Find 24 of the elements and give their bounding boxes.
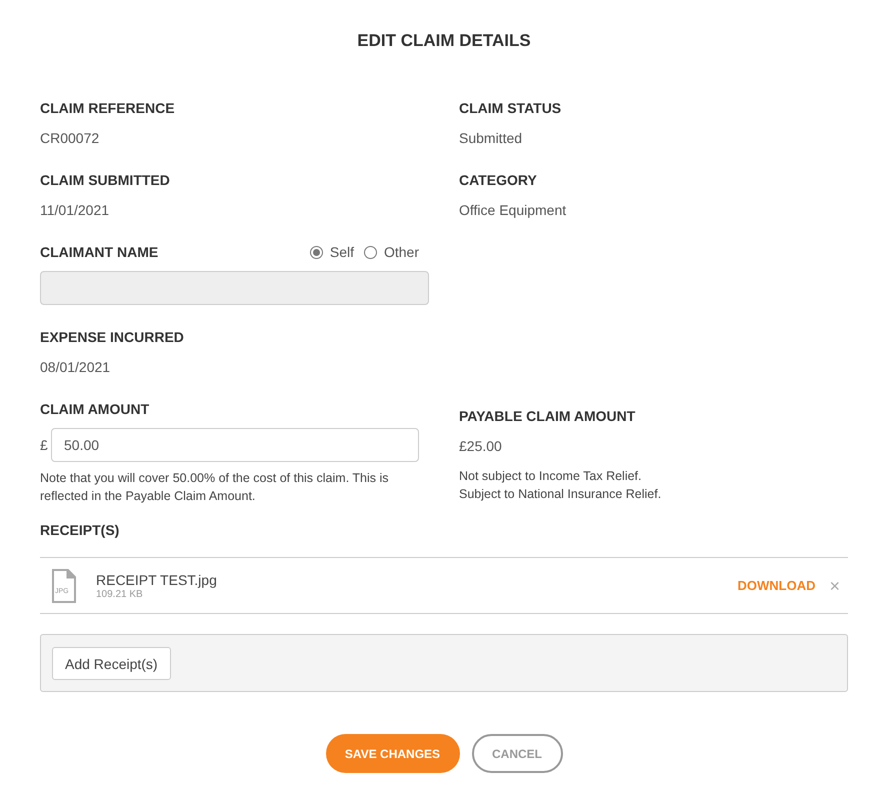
- add-receipt-button[interactable]: Add Receipt(s): [52, 647, 171, 680]
- relief-note: Subject to National Insurance Relief.: [459, 486, 662, 503]
- field-value: CR00072: [40, 129, 100, 148]
- field-label: CLAIM REFERENCE: [40, 99, 176, 118]
- field-label: CLAIMANT NAME: [40, 243, 158, 262]
- amount-input[interactable]: 50.00: [51, 428, 419, 462]
- dialog-title: EDIT CLAIM DETAILS: [356, 30, 532, 52]
- field-label: CLAIM AMOUNT: [40, 400, 150, 419]
- file-name: RECEIPT TEST.jpg: [96, 570, 218, 588]
- field-label: PAYABLE CLAIM AMOUNT: [459, 407, 636, 426]
- field-label: CLAIM STATUS: [459, 99, 562, 118]
- field-value: Office Equipment: [459, 201, 568, 220]
- field-value: 08/01/2021: [40, 358, 112, 377]
- field-value: Submitted: [459, 129, 524, 148]
- cost-note: Note that you will cover 50.00% of the cost of this claim. This is reflected in the Payable Claim Amount.: [40, 470, 390, 505]
- field-value: 11/01/2021: [40, 201, 110, 220]
- field-label: CLAIM SUBMITTED: [40, 171, 171, 190]
- field-label: CATEGORY: [459, 171, 538, 190]
- field-label: EXPENSE INCURRED: [40, 328, 185, 347]
- currency-symbol: £: [40, 437, 49, 453]
- field-value: £25.00: [459, 437, 503, 456]
- relief-note: Not subject to Income Tax Relief.: [459, 468, 642, 485]
- file-size: 109.21 KB: [96, 588, 144, 600]
- field-label: RECEIPT(S): [40, 521, 120, 540]
